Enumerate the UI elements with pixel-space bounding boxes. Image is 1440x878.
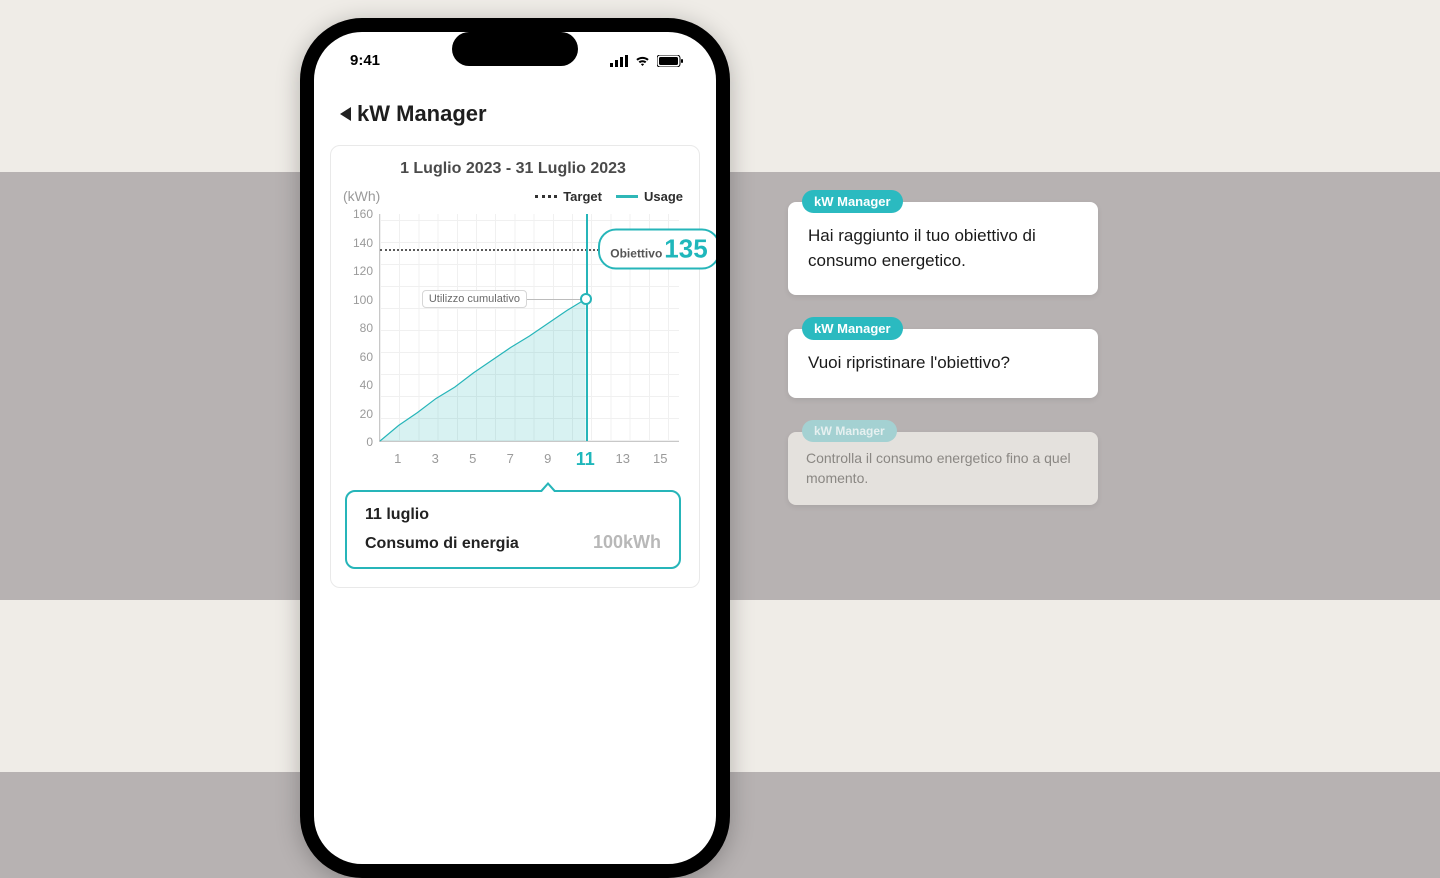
- legend-usage-icon: [616, 195, 638, 198]
- notification-text: Controlla il consumo energetico fino a q…: [788, 432, 1098, 505]
- notification-stack: kW Manager Hai raggiunto il tuo obiettivo…: [788, 202, 1098, 505]
- notification-card[interactable]: kW ManagerControlla il consumo energetic…: [788, 432, 1098, 505]
- summary-value: 100kWh: [593, 532, 661, 553]
- back-icon[interactable]: [340, 107, 351, 121]
- cumulative-usage-label: Utilizzo cumulativo: [422, 290, 527, 308]
- notification-tag: kW Manager: [802, 317, 903, 340]
- x-tick: 5: [469, 451, 476, 466]
- goal-value: 135: [664, 234, 707, 265]
- notification-tag: kW Manager: [802, 420, 897, 442]
- y-axis-unit: (kWh): [343, 188, 380, 204]
- chart[interactable]: 020406080100120140160 Utilizzo cumulativ…: [341, 210, 685, 468]
- goal-badge[interactable]: Obiettivo135: [598, 229, 716, 270]
- goal-label: Obiettivo: [610, 247, 662, 261]
- chart-card: 1 Luglio 2023 - 31 Luglio 2023 (kWh) Tar…: [330, 145, 700, 588]
- legend-target-icon: [535, 195, 557, 198]
- chart-plot[interactable]: Utilizzo cumulativo Obiettivo135: [379, 214, 679, 442]
- date-range: 1 Luglio 2023 - 31 Luglio 2023: [337, 160, 689, 178]
- chart-legend: Target Usage: [535, 189, 683, 204]
- y-axis: 020406080100120140160: [341, 210, 375, 442]
- x-tick: 1: [394, 451, 401, 466]
- phone-notch: [452, 32, 578, 66]
- app-header[interactable]: kW Manager: [330, 101, 700, 145]
- x-axis: 13579111315: [379, 446, 679, 468]
- notification-text: Hai raggiunto il tuo obiettivo di consum…: [788, 202, 1098, 295]
- notification-card[interactable]: kW ManagerVuoi ripristinare l'obiettivo?: [788, 329, 1098, 398]
- current-datapoint[interactable]: [580, 293, 592, 305]
- phone-screen: 9:41 kW Manager 1 Luglio 2023 - 31 Lugli…: [314, 32, 716, 864]
- x-tick: 15: [653, 451, 667, 466]
- app-content: kW Manager 1 Luglio 2023 - 31 Luglio 202…: [314, 77, 716, 588]
- status-icons: [610, 52, 684, 69]
- x-tick: 11: [576, 449, 595, 470]
- x-tick: 13: [616, 451, 630, 466]
- notification-tag: kW Manager: [802, 190, 903, 213]
- battery-icon: [657, 55, 684, 67]
- signal-icon: [610, 55, 628, 67]
- legend-target: Target: [535, 189, 602, 204]
- x-tick: 7: [507, 451, 514, 466]
- x-tick: 3: [432, 451, 439, 466]
- chart-top-row: (kWh) Target Usage: [337, 188, 689, 206]
- app-title: kW Manager: [357, 101, 487, 127]
- summary-date: 11 luglio: [365, 506, 661, 524]
- x-tick: 9: [544, 451, 551, 466]
- notification-card[interactable]: kW ManagerHai raggiunto il tuo obiettivo…: [788, 202, 1098, 295]
- status-time: 9:41: [350, 52, 380, 69]
- summary-row: Consumo di energia 100kWh: [365, 532, 661, 553]
- summary-label: Consumo di energia: [365, 535, 519, 553]
- wifi-icon: [634, 55, 651, 67]
- legend-usage: Usage: [616, 189, 683, 204]
- phone-frame: 9:41 kW Manager 1 Luglio 2023 - 31 Lugli…: [300, 18, 730, 878]
- summary-callout[interactable]: 11 luglio Consumo di energia 100kWh: [345, 490, 681, 569]
